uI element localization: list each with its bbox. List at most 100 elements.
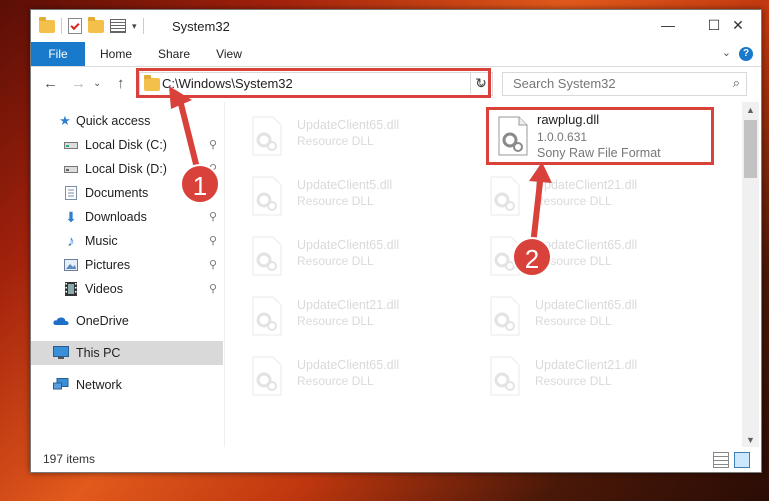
title-bar: ▾ System32 — ☐ ✕ bbox=[31, 10, 761, 42]
sidebar-item-local-disk-c[interactable]: Local Disk (C:) ⚲ bbox=[31, 133, 223, 157]
dll-file-icon bbox=[252, 176, 282, 216]
list-item[interactable]: UpdateClient21.dll Resource DLL bbox=[469, 350, 689, 402]
search-input[interactable]: Search System32 ⌕ bbox=[502, 72, 747, 96]
list-item[interactable]: UpdateClient21.dll Resource DLL bbox=[231, 290, 451, 342]
expand-ribbon-chevron-icon[interactable]: ⌄ bbox=[722, 46, 731, 59]
sidebar-item-label: Videos bbox=[85, 282, 123, 296]
divider bbox=[61, 18, 62, 34]
pin-icon: ⚲ bbox=[209, 283, 218, 295]
scroll-down-arrow-icon[interactable]: ▼ bbox=[742, 435, 759, 445]
view-icon[interactable] bbox=[110, 19, 126, 33]
sidebar-item-label: Network bbox=[76, 378, 122, 392]
sidebar-item-quick-access[interactable]: ★ Quick access bbox=[31, 109, 223, 133]
file-description: Resource DLL bbox=[297, 374, 374, 388]
scrollbar-thumb[interactable] bbox=[744, 120, 757, 178]
star-icon: ★ bbox=[59, 113, 71, 128]
file-description: Resource DLL bbox=[535, 314, 612, 328]
drive-icon bbox=[63, 137, 79, 153]
music-icon: ♪ bbox=[67, 232, 75, 250]
sidebar-item-label: Local Disk (C:) bbox=[85, 138, 167, 152]
file-description: Resource DLL bbox=[535, 374, 612, 388]
tab-file[interactable]: File bbox=[31, 42, 85, 66]
folder-icon bbox=[39, 16, 55, 33]
search-icon[interactable]: ⌕ bbox=[733, 75, 740, 91]
sidebar-item-videos[interactable]: Videos ⚲ bbox=[31, 277, 223, 301]
pin-icon: ⚲ bbox=[209, 235, 218, 247]
sidebar-item-label: Music bbox=[85, 234, 118, 248]
dll-file-icon bbox=[252, 356, 282, 396]
sidebar-item-downloads[interactable]: ⬇ Downloads ⚲ bbox=[31, 205, 223, 229]
vertical-scrollbar[interactable]: ▲ ▼ bbox=[742, 102, 759, 447]
item-count: 197 items bbox=[43, 452, 96, 466]
minimize-button[interactable]: — bbox=[645, 10, 691, 40]
dll-file-icon bbox=[252, 116, 282, 156]
sidebar-item-label: Documents bbox=[85, 186, 149, 200]
address-bar-highlight bbox=[136, 68, 491, 98]
file-highlight bbox=[486, 107, 714, 165]
tab-share[interactable]: Share bbox=[151, 42, 197, 66]
navigation-pane: ★ Quick access Local Disk (C:) ⚲ Local D… bbox=[31, 102, 227, 447]
sidebar-item-music[interactable]: ♪ Music ⚲ bbox=[31, 229, 223, 253]
file-description: Resource DLL bbox=[297, 194, 374, 208]
dll-file-icon bbox=[490, 176, 520, 216]
file-name: UpdateClient21.dll bbox=[297, 298, 400, 312]
sidebar-item-label: OneDrive bbox=[76, 314, 129, 328]
sidebar-item-label: Downloads bbox=[85, 210, 147, 224]
sidebar-item-label: This PC bbox=[76, 346, 121, 360]
sidebar-item-network[interactable]: Network bbox=[31, 373, 223, 397]
pane-divider bbox=[224, 102, 225, 447]
file-name: UpdateClient65.dll bbox=[297, 358, 400, 372]
details-view-icon[interactable] bbox=[713, 452, 729, 468]
pin-icon: ⚲ bbox=[209, 211, 218, 223]
file-name: UpdateClient5.dll bbox=[297, 178, 393, 192]
new-folder-icon[interactable] bbox=[88, 16, 104, 33]
dll-file-icon bbox=[490, 296, 520, 336]
recent-locations-button[interactable]: ⌄ bbox=[93, 78, 101, 89]
file-name: UpdateClient65.dll bbox=[297, 118, 400, 132]
large-icons-view-icon[interactable] bbox=[734, 452, 750, 468]
file-name: UpdateClient21.dll bbox=[535, 358, 638, 372]
window-title: System32 bbox=[172, 19, 230, 34]
step-badge-2: 2 bbox=[512, 237, 552, 277]
documents-icon bbox=[63, 185, 79, 201]
divider bbox=[142, 18, 144, 34]
close-button[interactable]: ✕ bbox=[715, 10, 761, 40]
pictures-icon bbox=[63, 257, 79, 273]
sidebar-item-this-pc[interactable]: This PC bbox=[31, 341, 223, 365]
file-description: Resource DLL bbox=[297, 314, 374, 328]
network-icon bbox=[53, 377, 69, 393]
ribbon-tabs: File Home Share View ⌄ ? bbox=[31, 42, 761, 67]
cloud-icon bbox=[53, 313, 69, 329]
search-placeholder: Search System32 bbox=[513, 76, 616, 91]
file-name: UpdateClient65.dll bbox=[535, 298, 638, 312]
list-item[interactable]: UpdateClient65.dll Resource DLL bbox=[469, 290, 689, 342]
forward-button[interactable]: → bbox=[71, 75, 86, 92]
help-icon[interactable]: ? bbox=[739, 47, 753, 61]
sidebar-item-pictures[interactable]: Pictures ⚲ bbox=[31, 253, 223, 277]
file-description: Resource DLL bbox=[535, 194, 612, 208]
tab-home[interactable]: Home bbox=[93, 42, 139, 66]
list-item[interactable]: UpdateClient65.dll Resource DLL bbox=[231, 110, 451, 162]
customize-qat-chevron-icon[interactable]: ▾ bbox=[132, 21, 137, 32]
up-button[interactable]: ↑ bbox=[117, 75, 125, 92]
quick-access-toolbar: ▾ bbox=[39, 16, 144, 34]
list-item[interactable]: UpdateClient65.dll Resource DLL bbox=[231, 230, 451, 282]
sidebar-item-onedrive[interactable]: OneDrive bbox=[31, 309, 223, 333]
scroll-up-arrow-icon[interactable]: ▲ bbox=[742, 105, 759, 115]
dll-file-icon bbox=[252, 236, 282, 276]
sidebar-item-label: Local Disk (D:) bbox=[85, 162, 167, 176]
list-item[interactable]: UpdateClient65.dll Resource DLL bbox=[231, 350, 451, 402]
file-name: UpdateClient65.dll bbox=[297, 238, 400, 252]
list-item[interactable]: UpdateClient65.dll Resource DLL bbox=[469, 230, 689, 282]
list-item[interactable]: UpdateClient5.dll Resource DLL bbox=[231, 170, 451, 222]
list-item[interactable]: UpdateClient21.dll Resource DLL bbox=[469, 170, 689, 222]
tab-view[interactable]: View bbox=[207, 42, 251, 66]
properties-icon[interactable] bbox=[68, 18, 82, 34]
back-button[interactable]: ← bbox=[43, 75, 58, 92]
status-bar: 197 items bbox=[31, 448, 761, 472]
file-description: Resource DLL bbox=[297, 254, 374, 268]
pin-icon: ⚲ bbox=[209, 259, 218, 271]
downloads-icon: ⬇ bbox=[65, 208, 77, 225]
dll-file-icon bbox=[252, 296, 282, 336]
drive-icon bbox=[63, 161, 79, 177]
